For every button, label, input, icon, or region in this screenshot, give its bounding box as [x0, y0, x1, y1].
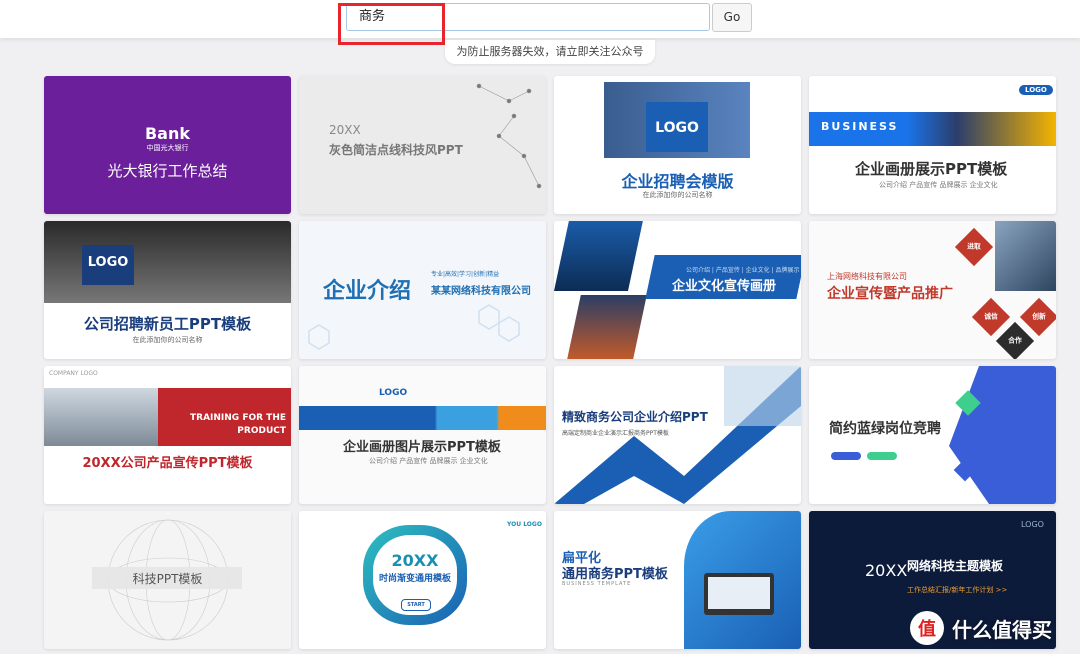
city-photo-1: [554, 221, 643, 291]
card-title: 公司招聘新员工PPT模板: [83, 315, 252, 333]
template-card-4[interactable]: BUSINESS LOGO 企业画册展示PPT模板 公司介绍 产品宣传 品牌展示…: [809, 76, 1056, 214]
card-title: 企业宣传暨产品推广: [827, 286, 953, 302]
template-card-15[interactable]: 扁平化 通用商务PPT模板 BUSINESS TEMPLATE: [554, 511, 801, 649]
laptop-screen: [708, 577, 770, 609]
card-title: 科技PPT模板: [132, 572, 203, 586]
template-card-5[interactable]: LOGO 公司招聘新员工PPT模板 在此添加你的公司名称: [44, 221, 291, 359]
card-sub: BUSINESS: [821, 120, 899, 133]
watermark: 值 什么值得买: [910, 606, 1080, 650]
handshake-photo: [995, 221, 1056, 291]
tag-hezuo: 合作: [995, 321, 1035, 359]
card-caption: 高端定制商业企业演示汇报商务PPT模板: [562, 430, 669, 437]
card-sub: Bank: [144, 124, 191, 143]
watermark-text: 什么值得买: [952, 617, 1052, 642]
card-caption: 在此添加你的公司名称: [132, 336, 203, 344]
tag-chuangxin: 创新: [1019, 297, 1056, 337]
template-card-14[interactable]: YOU LOGO 20XX 时尚渐变通用模板 START: [299, 511, 546, 649]
template-card-6[interactable]: 企业介绍 专业|高效|学习|创新|精益 某某网络科技有限公司: [299, 221, 546, 359]
tag-jinqu: 进取: [954, 227, 994, 267]
template-card-12[interactable]: 简约蓝绿岗位竞聘: [809, 366, 1056, 504]
start-button: START: [401, 599, 431, 611]
card-title: 企业画册展示PPT模板: [855, 160, 1008, 178]
card-sub: LOGO: [87, 255, 129, 270]
card-title: 通用商务PPT模板: [562, 567, 668, 582]
template-card-3[interactable]: LOGO 企业招聘会模版 在此添加你的公司名称: [554, 76, 801, 214]
template-card-11[interactable]: 精致商务公司企业介绍PPT 高端定制商业企业演示汇报商务PPT模板: [554, 366, 801, 504]
card-caption: 公司介绍 | 产品宣传 | 企业文化 | 品牌展示: [686, 267, 800, 274]
card-sub: 20XX: [865, 561, 908, 580]
notice-banner: 为防止服务器失效，请立即关注公众号: [445, 40, 655, 64]
card-title: 光大银行工作总结: [107, 162, 228, 180]
search-input[interactable]: 商务: [346, 3, 710, 31]
template-card-7[interactable]: 公司介绍 | 产品宣传 | 企业文化 | 品牌展示 企业文化宣传画册: [554, 221, 801, 359]
tag-chengxin: 诚信: [971, 297, 1011, 337]
card-caption: 在此添加你的公司名称: [642, 191, 713, 199]
card-caption: 公司介绍 产品宣传 品牌展示 企业文化: [369, 457, 488, 465]
go-button[interactable]: Go: [712, 3, 752, 32]
card-caption: BUSINESS TEMPLATE: [562, 581, 632, 587]
card-sub: 上海网络科技有限公司: [827, 272, 907, 281]
logo-badge: LOGO: [1021, 520, 1044, 529]
card-title: 企业招聘会模版: [621, 172, 734, 191]
card-sub: TRAINING FOR THE PRODUCT: [190, 413, 286, 436]
card-sub: LOGO: [379, 388, 408, 398]
tag-pill-green: [867, 452, 897, 460]
logo-badge: LOGO: [1019, 85, 1053, 95]
card-caption: 公司介绍 产品宣传 品牌展示 企业文化: [879, 181, 998, 189]
card-caption: 中国光大银行: [146, 144, 189, 152]
template-card-10[interactable]: LOGO 企业画册图片展示PPT模板 公司介绍 产品宣传 品牌展示 企业文化: [299, 366, 546, 504]
card-sub: LOGO: [655, 120, 699, 136]
watermark-icon: 值: [910, 611, 944, 645]
hexagon-graphic: [308, 304, 520, 350]
card-sub: 时尚渐变通用模板: [378, 574, 451, 584]
card-caption: COMPANY LOGO: [49, 370, 98, 377]
card-title: 企业画册图片展示PPT模板: [343, 440, 501, 455]
card-title: 网络科技主题模板: [907, 559, 1004, 573]
template-card-13[interactable]: 科技PPT模板: [44, 511, 291, 649]
template-card-8[interactable]: 上海网络科技有限公司 企业宣传暨产品推广 进取 诚信 创新 合作: [809, 221, 1056, 359]
template-card-1[interactable]: Bank 中国光大银行 光大银行工作总结: [44, 76, 291, 214]
card-title: 精致商务公司企业介绍PPT: [562, 410, 708, 424]
city-photo: [44, 388, 158, 446]
card-title: 20XX: [391, 551, 439, 570]
card-caption: 工作总结汇报/新年工作计划 >>: [907, 586, 1008, 594]
card-sub: 20XX: [329, 123, 361, 137]
tag-pill-blue: [831, 452, 861, 460]
card-title: 灰色简洁点线科技风PPT: [329, 143, 463, 157]
card-title: 企业文化宣传画册: [672, 279, 777, 294]
template-card-9[interactable]: COMPANY LOGO TRAINING FOR THE PRODUCT 20…: [44, 366, 291, 504]
city-photo-2: [567, 295, 647, 359]
template-card-2[interactable]: 20XX 灰色简洁点线科技风PPT: [299, 76, 546, 214]
card-title: 简约蓝绿岗位竞聘: [829, 421, 941, 437]
logo-badge: YOU LOGO: [507, 521, 542, 528]
photo-strip: [299, 406, 546, 430]
card-title: 20XX公司产品宣传PPT模板: [82, 456, 253, 471]
